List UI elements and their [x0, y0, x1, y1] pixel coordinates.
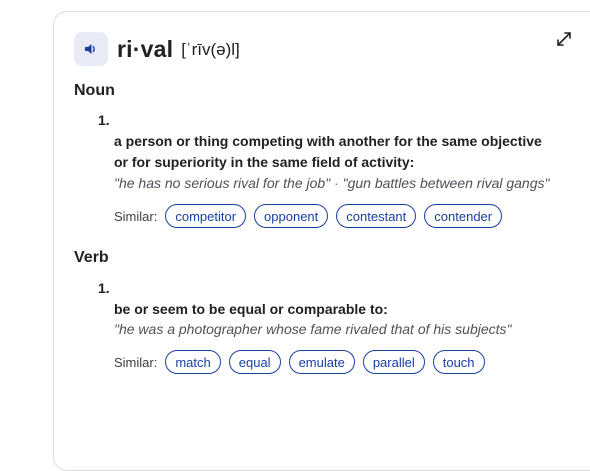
similar-chip-opponent[interactable]: opponent: [254, 204, 329, 228]
similar-chip-match[interactable]: match: [165, 350, 221, 374]
similar-chip-contender[interactable]: contender: [424, 204, 503, 228]
speaker-icon: [84, 42, 98, 56]
similar-chip-touch[interactable]: touch: [432, 350, 485, 374]
phonetic-spelling: [ˈrīv(ə)l]: [181, 40, 240, 59]
verb-sense-number: 1.: [98, 280, 110, 296]
similar-chip-emulate[interactable]: emulate: [288, 350, 355, 374]
verb-definition: be or seem to be equal or comparable to:: [114, 301, 388, 317]
expand-button[interactable]: [553, 28, 575, 50]
example-separator: ·: [330, 175, 343, 191]
noun-definition-line1: a person or thing competing with another…: [114, 133, 542, 149]
similar-chip-competitor[interactable]: competitor: [165, 204, 247, 228]
noun-similar-row: Similar: competitor opponent contestant …: [114, 203, 510, 229]
similar-chip-equal[interactable]: equal: [228, 350, 281, 374]
similar-label: Similar:: [114, 354, 158, 370]
verb-example: "he was a photographer whose fame rivale…: [114, 321, 512, 337]
verb-label: Verb: [74, 249, 109, 266]
headword: ri·val: [117, 35, 174, 62]
similar-chip-contestant[interactable]: contestant: [336, 204, 417, 228]
noun-definition-line2: or for superiority in the same field of …: [114, 154, 415, 170]
noun-definition: a person or thing competing with another…: [114, 131, 564, 173]
noun-examples: "he has no serious rival for the job" · …: [114, 175, 564, 191]
noun-example-2: "gun battles between rival gangs": [342, 175, 550, 191]
similar-label: Similar:: [114, 208, 158, 224]
noun-label: Noun: [74, 82, 115, 99]
entry-header: ri·val [ˈrīv(ə)l]: [74, 32, 240, 66]
pronounce-button[interactable]: [74, 32, 108, 66]
similar-chip-parallel[interactable]: parallel: [362, 350, 425, 374]
dictionary-card: ri·val [ˈrīv(ə)l] Noun 1. a person or th…: [53, 11, 590, 471]
verb-similar-row: Similar: match equal emulate parallel to…: [114, 349, 493, 375]
expand-icon: [556, 31, 572, 47]
noun-example-1: "he has no serious rival for the job": [114, 175, 331, 191]
noun-sense-number: 1.: [98, 112, 110, 128]
